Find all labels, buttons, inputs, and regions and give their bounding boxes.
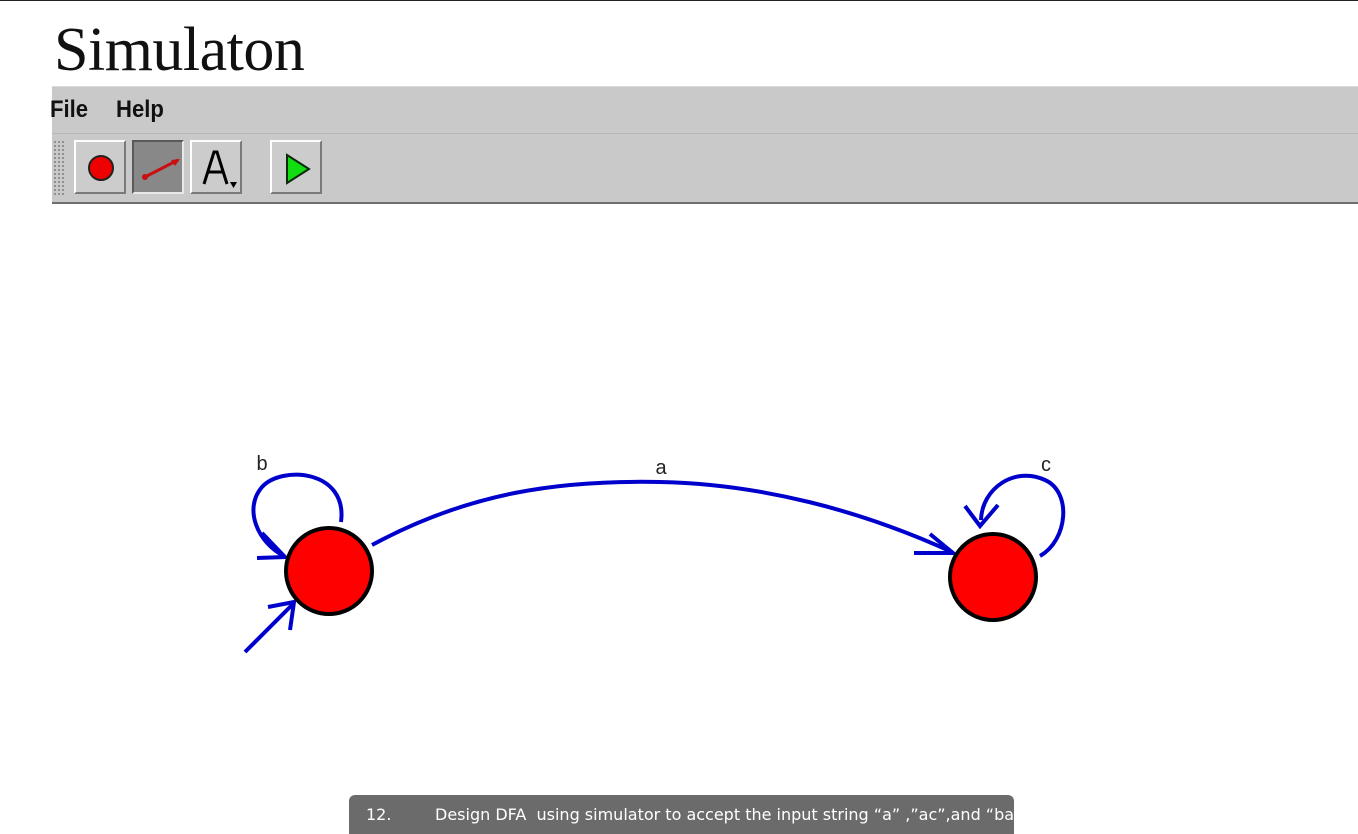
initial-arrow (243, 599, 297, 654)
transition-a (371, 479, 959, 555)
label-tool-button[interactable] (190, 140, 242, 194)
caption-bar: 12. Design DFA using simulator to accept… (349, 795, 1036, 834)
state-q0[interactable] (284, 526, 374, 616)
menu-help[interactable]: Help (116, 95, 164, 125)
toolbar-grip[interactable] (53, 140, 65, 196)
transition-tool-button[interactable] (132, 140, 184, 194)
label-b[interactable]: b (256, 453, 267, 475)
arrow-line-icon (142, 158, 180, 180)
state-q1[interactable] (948, 532, 1038, 622)
label-c[interactable]: c (1041, 454, 1051, 476)
automaton-canvas[interactable]: b a c (0, 204, 1358, 834)
state-tool-button[interactable] (74, 140, 126, 194)
caption-number: 12. (366, 805, 392, 824)
caption-text: Design DFA using simulator to accept the… (435, 805, 1037, 824)
top-border (0, 0, 1358, 1)
green-play-icon (286, 153, 311, 185)
letter-a-icon (202, 150, 237, 188)
toolbar (52, 134, 1358, 204)
menu-file[interactable]: File (50, 95, 88, 125)
label-a[interactable]: a (655, 457, 667, 479)
run-tool-button[interactable] (270, 140, 322, 194)
app-title: Simulaton (54, 16, 305, 84)
menu-bar: File Help (50, 86, 1358, 134)
red-circle-icon (88, 155, 114, 181)
